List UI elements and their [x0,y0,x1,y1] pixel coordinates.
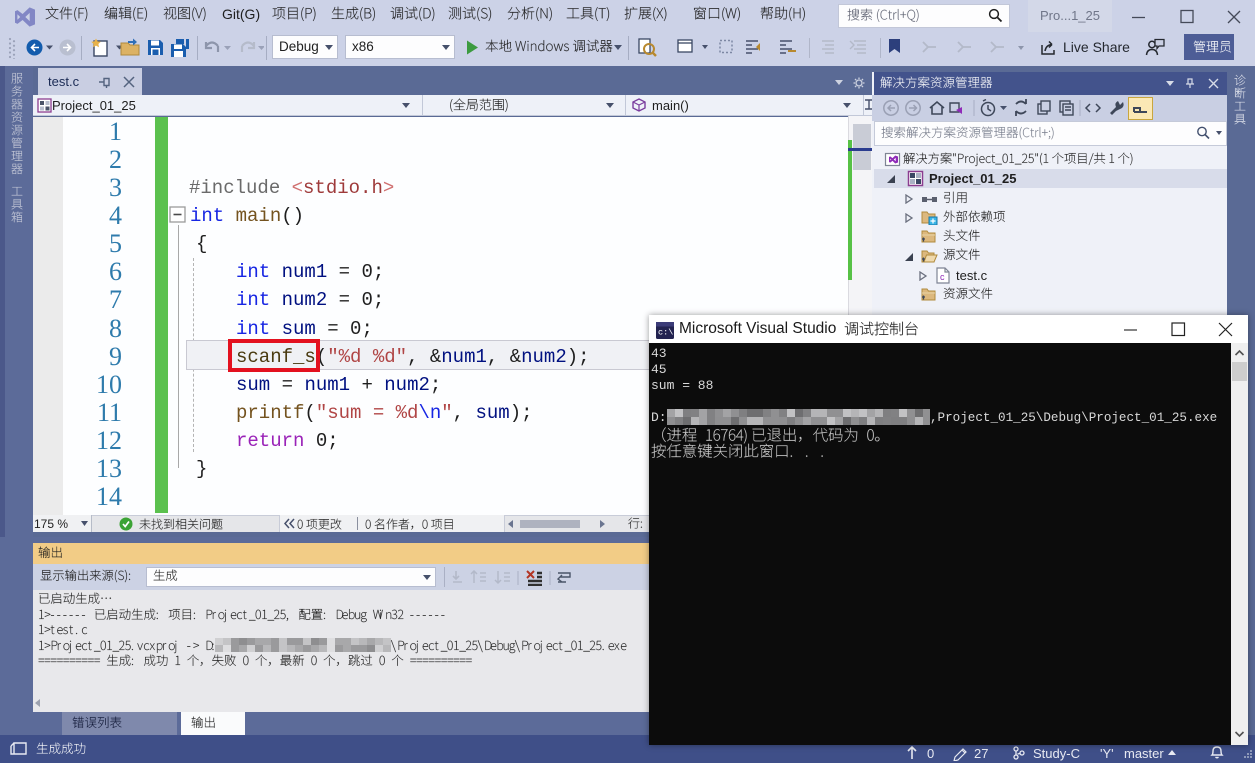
svg-text:'Y': 'Y' [1100,746,1114,761]
svg-text:c:\: c:\ [658,328,673,338]
svg-text:27: 27 [974,746,988,761]
svg-text:master: master [1124,746,1164,761]
svg-text:c: c [940,272,945,282]
svg-text:0: 0 [927,746,934,761]
svg-text:Study-C: Study-C [1033,746,1080,761]
